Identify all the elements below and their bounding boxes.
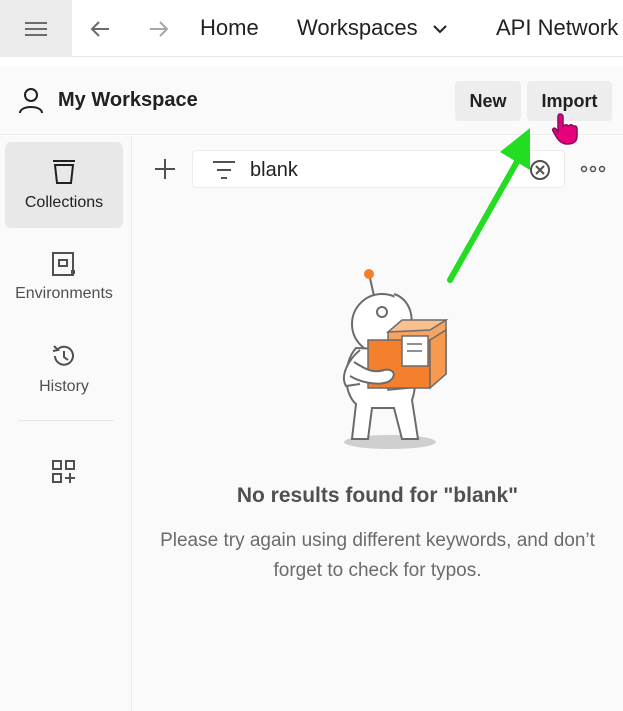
- new-button[interactable]: New: [455, 81, 521, 121]
- arrow-left-icon: [90, 21, 109, 37]
- sidebar-item-label: Collections: [24, 194, 104, 211]
- nav-api-network-link[interactable]: API Network: [496, 15, 618, 41]
- add-workbench-icon: [52, 460, 75, 483]
- user-icon: [19, 88, 43, 114]
- sidebar-item-label: Environments: [15, 285, 113, 302]
- environment-icon: [52, 252, 75, 276]
- empty-state-title: No results found for "blank": [236, 484, 519, 507]
- sidebar-item-label: History: [39, 378, 89, 395]
- workspace-header: My Workspace New Import: [0, 67, 623, 135]
- hand-cursor-icon: [552, 113, 578, 145]
- ellipsis-icon: [580, 165, 606, 173]
- forward-button[interactable]: [144, 14, 174, 44]
- sidebar-item-environments[interactable]: Environments: [5, 234, 123, 320]
- plus-icon: [155, 159, 175, 179]
- clear-search-icon[interactable]: [529, 159, 551, 181]
- workspaces-label: Workspaces: [297, 15, 418, 40]
- main-menu-button[interactable]: [0, 0, 72, 57]
- search-value: blank: [250, 159, 298, 181]
- history-icon: [52, 345, 74, 366]
- sidebar: Collections Environments History: [0, 136, 132, 711]
- more-actions-button[interactable]: [578, 156, 608, 182]
- back-button[interactable]: [85, 14, 115, 44]
- chevron-down-icon: [433, 25, 447, 34]
- empty-state-illustration: [342, 269, 449, 449]
- empty-state-message: Please try again using different keyword…: [160, 530, 595, 581]
- sidebar-divider: [18, 420, 114, 421]
- collections-panel: blank No results found for "blank" Pleas…: [132, 136, 623, 711]
- hamburger-icon: [25, 21, 47, 36]
- arrow-right-icon: [150, 21, 169, 37]
- configure-sidebar-button[interactable]: [5, 444, 123, 500]
- workspace-title: My Workspace: [58, 89, 198, 111]
- sidebar-item-history[interactable]: History: [5, 326, 123, 412]
- nav-home-link[interactable]: Home: [200, 15, 259, 41]
- filter-icon: [213, 161, 235, 179]
- trash-bin-icon: [53, 160, 75, 184]
- search-input[interactable]: blank: [192, 150, 565, 188]
- top-navigation-bar: Home Workspaces API Network: [0, 0, 623, 57]
- sidebar-item-collections[interactable]: Collections: [5, 142, 123, 228]
- nav-workspaces-menu[interactable]: Workspaces: [297, 15, 448, 41]
- create-collection-button[interactable]: [152, 156, 178, 182]
